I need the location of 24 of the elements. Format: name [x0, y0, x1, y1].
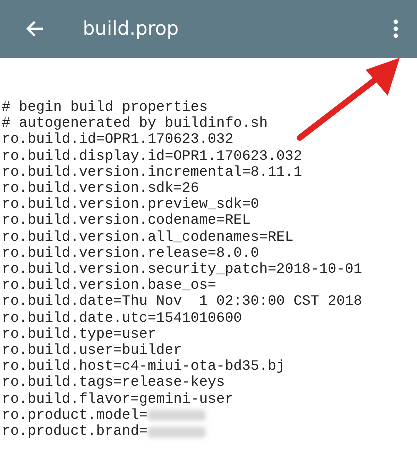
file-text-line: ro.build.host=c4-miui-ota-bd35.bj [2, 359, 286, 376]
file-text-line: ro.build.version.all_codenames=REL [2, 230, 294, 246]
file-text-line: ro.build.version.sdk=26 [2, 181, 200, 198]
file-text-line: # begin build properties [2, 100, 208, 116]
back-arrow-icon[interactable] [25, 19, 45, 39]
file-text-line: ro.build.version.release=8.0.0 [2, 246, 260, 262]
more-options-icon[interactable] [393, 19, 399, 39]
file-text-line: ro.build.version.codename=REL [2, 213, 251, 230]
file-text-line: ro.build.id=OPR1.170623.032 [2, 132, 234, 149]
file-text-line: ro.build.tags=release-keys [2, 375, 226, 392]
file-text-line: ro.build.date.utc=1541010600 [2, 310, 242, 327]
file-text-line: ro.build.user=builder [2, 343, 182, 360]
file-text-line: ro.build.display.id=OPR1.170623.032 [2, 148, 302, 165]
file-text-line: ro.build.version.base_os= [2, 278, 216, 294]
file-text-line: ro.build.flavor=gemini-user [2, 392, 234, 408]
file-text-line: ro.build.version.security_patch=2018-10-01 [2, 262, 362, 278]
file-text-line: ro.build.version.incremental=8.11.1 [2, 164, 302, 182]
file-text-line: ro.build.date=Thu Nov 1 02:30:00 CST 2018 [2, 294, 362, 311]
file-text-line: ro.build.type=user [2, 326, 156, 344]
file-text-line: ro.product.model= [2, 408, 148, 424]
file-text-line: ro.product.brand= [2, 424, 148, 440]
file-text-line: # autogenerated by buildinfo.sh [2, 116, 268, 132]
file-title: build.prop [83, 18, 180, 40]
file-text-line: ro.build.version.preview_sdk=0 [2, 197, 260, 214]
